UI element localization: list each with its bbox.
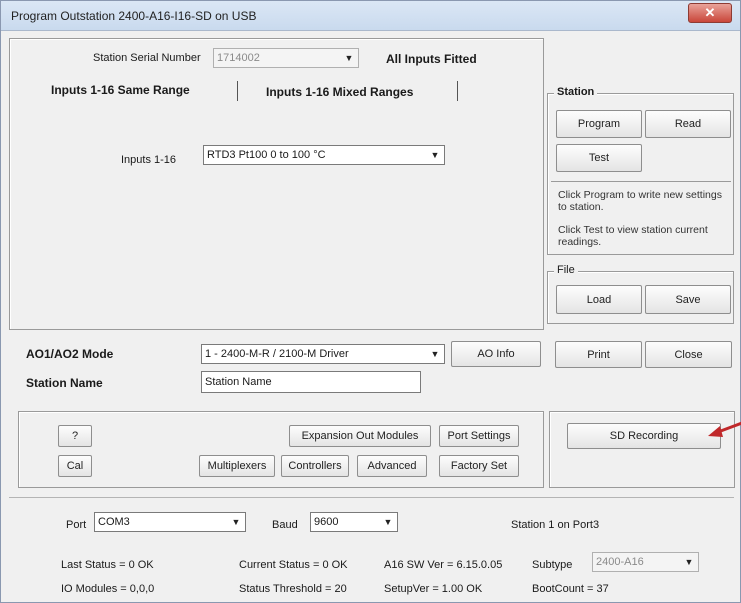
multiplexers-button-label: Multiplexers [207, 460, 267, 472]
chevron-down-icon: ▼ [430, 349, 440, 359]
load-button[interactable]: Load [556, 285, 642, 314]
program-button[interactable]: Program [556, 110, 642, 138]
station-group-label: Station [554, 86, 598, 98]
chevron-down-icon: ▼ [344, 53, 354, 63]
advanced-button[interactable]: Advanced [357, 455, 427, 477]
serial-number-dropdown[interactable]: 1714002 ▼ [213, 48, 359, 68]
subtype-label: Subtype [532, 559, 573, 571]
ao-mode-label: AO1/AO2 Mode [26, 347, 114, 361]
inputs-range-label: Inputs 1-16 [121, 154, 177, 166]
station-name-label: Station Name [26, 376, 103, 390]
read-button[interactable]: Read [645, 110, 731, 138]
controllers-button-label: Controllers [288, 460, 342, 472]
inputs-range-dropdown[interactable]: RTD3 Pt100 0 to 100 °C ▼ [203, 145, 445, 165]
tab-mixed-ranges[interactable]: Inputs 1-16 Mixed Ranges [266, 85, 413, 99]
chevron-down-icon: ▼ [231, 517, 241, 527]
close-button[interactable]: Close [645, 341, 732, 368]
sd-recording-button-label: SD Recording [609, 430, 679, 442]
close-icon: ✕ [704, 5, 716, 20]
help-icon: ? [71, 430, 79, 442]
port-settings-button[interactable]: Port Settings [439, 425, 519, 447]
station-name-input[interactable]: Station Name [201, 371, 421, 393]
status-threshold-text: Status Threshold = 20 [239, 583, 347, 595]
station-on-port-text: Station 1 on Port3 [511, 519, 600, 531]
save-button[interactable]: Save [645, 285, 731, 314]
ao-info-button[interactable]: AO Info [451, 341, 541, 367]
tab-same-range[interactable]: Inputs 1-16 Same Range [51, 83, 190, 97]
print-button-label: Print [587, 348, 610, 361]
window-title: Program Outstation 2400-A16-I16-SD on US… [11, 9, 257, 23]
load-button-label: Load [586, 293, 612, 306]
chevron-down-icon: ▼ [383, 517, 393, 527]
test-button-label: Test [588, 152, 610, 164]
setup-version-text: SetupVer = 1.00 OK [384, 583, 483, 595]
window-close-button[interactable]: ✕ [688, 3, 732, 23]
baud-label: Baud [272, 519, 298, 531]
section-divider [9, 497, 734, 498]
station-hint-divider [551, 181, 731, 182]
chevron-down-icon: ▼ [684, 557, 694, 567]
serial-number-value: 1714002 [217, 52, 260, 64]
ao-mode-dropdown[interactable]: 1 - 2400-M-R / 2100-M Driver ▼ [201, 344, 445, 364]
inputs-panel [9, 38, 544, 330]
tab-separator [237, 81, 238, 101]
program-hint: Click Program to write new settings to s… [558, 189, 722, 213]
read-button-label: Read [674, 118, 702, 130]
port-value: COM3 [98, 516, 130, 528]
subtype-dropdown[interactable]: 2400-A16 ▼ [592, 552, 699, 572]
sw-version-text: A16 SW Ver = 6.15.0.05 [384, 559, 503, 571]
current-status-text: Current Status = 0 OK [239, 559, 348, 571]
subtype-value: 2400-A16 [596, 556, 644, 568]
print-button[interactable]: Print [555, 341, 642, 368]
file-group-label: File [554, 264, 578, 276]
port-dropdown[interactable]: COM3 ▼ [94, 512, 246, 532]
baud-value: 9600 [314, 516, 339, 528]
last-status-text: Last Status = 0 OK [61, 559, 154, 571]
ao-info-button-label: AO Info [477, 348, 515, 360]
annotation-arrow-icon [708, 421, 741, 437]
cal-button-label: Cal [66, 460, 84, 472]
controllers-button[interactable]: Controllers [281, 455, 349, 477]
help-button[interactable]: ? [58, 425, 92, 447]
test-button[interactable]: Test [556, 144, 642, 172]
close-button-label: Close [674, 348, 703, 361]
station-name-value: Station Name [205, 376, 272, 388]
title-bar[interactable]: Program Outstation 2400-A16-I16-SD on US… [1, 1, 740, 31]
port-label: Port [66, 519, 87, 531]
inputs-range-value: RTD3 Pt100 0 to 100 °C [207, 149, 326, 161]
io-modules-text: IO Modules = 0,0,0 [61, 583, 155, 595]
boot-count-text: BootCount = 37 [532, 583, 609, 595]
advanced-button-label: Advanced [367, 460, 417, 472]
tab-separator [457, 81, 458, 101]
sd-recording-button[interactable]: SD Recording [567, 423, 721, 449]
factory-set-button[interactable]: Factory Set [439, 455, 519, 477]
chevron-down-icon: ▼ [430, 150, 440, 160]
serial-number-label: Station Serial Number [93, 52, 201, 64]
multiplexers-button[interactable]: Multiplexers [199, 455, 275, 477]
baud-dropdown[interactable]: 9600 ▼ [310, 512, 398, 532]
test-hint: Click Test to view station current readi… [558, 224, 708, 248]
expansion-button-label: Expansion Out Modules [301, 430, 419, 442]
save-button-label: Save [675, 293, 701, 306]
ao-mode-value: 1 - 2400-M-R / 2100-M Driver [205, 348, 349, 360]
all-inputs-fitted-text: All Inputs Fitted [386, 52, 477, 66]
port-settings-button-label: Port Settings [447, 430, 511, 442]
expansion-out-modules-button[interactable]: Expansion Out Modules [289, 425, 431, 447]
cal-button[interactable]: Cal [58, 455, 92, 477]
factory-set-button-label: Factory Set [450, 460, 508, 472]
program-button-label: Program [577, 118, 621, 130]
program-outstation-window: Program Outstation 2400-A16-I16-SD on US… [0, 0, 741, 603]
